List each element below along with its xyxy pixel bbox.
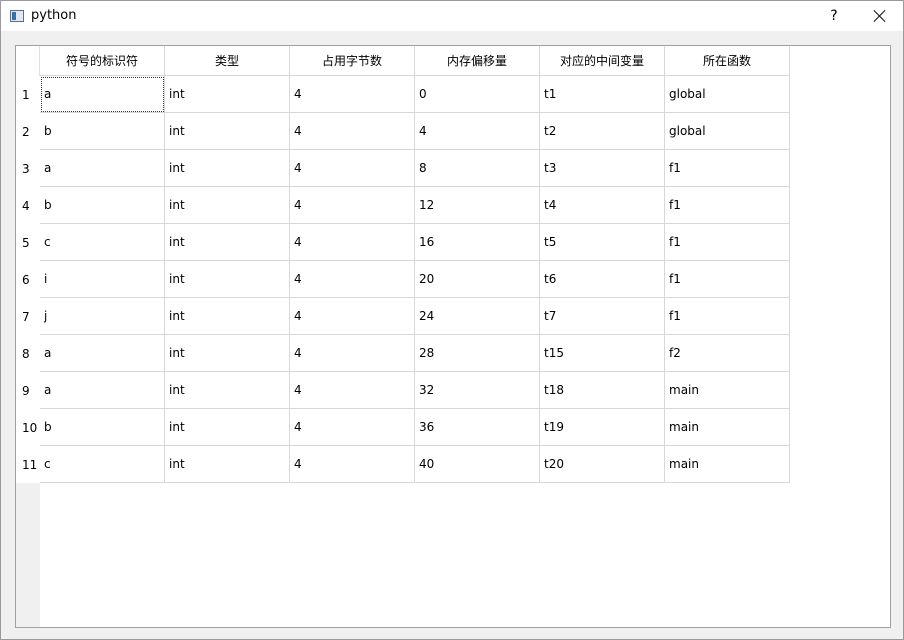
column-header-function[interactable]: 所在函数 — [665, 46, 790, 76]
table-cell-memory-offset[interactable]: 16 — [415, 224, 540, 261]
table-cell-memory-offset[interactable]: 12 — [415, 187, 540, 224]
table-cell-byte-size[interactable]: 4 — [290, 372, 415, 409]
table-cell-type[interactable]: int — [165, 113, 290, 150]
table-cell-memory-offset[interactable]: 40 — [415, 446, 540, 483]
column-header-identifier[interactable]: 符号的标识符 — [40, 46, 165, 76]
table-cell-byte-size[interactable]: 4 — [290, 76, 415, 113]
table-cell-type[interactable]: int — [165, 150, 290, 187]
close-icon — [874, 10, 886, 22]
table-cell-byte-size[interactable]: 4 — [290, 150, 415, 187]
app-window: python ? 符号的标识符 类型 占用字节数 内存偏移量 对应的中间变量 所在函数 1 a… — [0, 0, 904, 640]
table-cell-type[interactable]: int — [165, 261, 290, 298]
table-cell-temp-variable[interactable]: t15 — [540, 335, 665, 372]
table-cell-identifier[interactable]: a — [40, 372, 165, 409]
table-cell-function[interactable]: f1 — [665, 187, 790, 224]
table-cell-byte-size[interactable]: 4 — [290, 335, 415, 372]
table-cell-temp-variable[interactable]: t3 — [540, 150, 665, 187]
table-cell-identifier[interactable]: a — [40, 335, 165, 372]
table-cell-type[interactable]: int — [165, 298, 290, 335]
app-window-icon — [10, 10, 24, 22]
table-cell-temp-variable[interactable]: t5 — [540, 224, 665, 261]
table-cell-temp-variable[interactable]: t4 — [540, 187, 665, 224]
table-cell-function[interactable]: main — [665, 409, 790, 446]
table-cell-function[interactable]: main — [665, 372, 790, 409]
table-cell-type[interactable]: int — [165, 335, 290, 372]
table-cell-temp-variable[interactable]: t20 — [540, 446, 665, 483]
column-header-temp-variable[interactable]: 对应的中间变量 — [540, 46, 665, 76]
table-cell-function[interactable]: main — [665, 446, 790, 483]
table-cell-memory-offset[interactable]: 24 — [415, 298, 540, 335]
table-cell-temp-variable[interactable]: t2 — [540, 113, 665, 150]
table-cell-type[interactable]: int — [165, 372, 290, 409]
table-cell-temp-variable[interactable]: t7 — [540, 298, 665, 335]
table-cell-memory-offset[interactable]: 4 — [415, 113, 540, 150]
table-cell-type[interactable]: int — [165, 76, 290, 113]
row-header[interactable]: 9 — [16, 372, 40, 409]
table-cell-identifier[interactable]: a — [40, 76, 165, 113]
row-header[interactable]: 2 — [16, 113, 40, 150]
row-header[interactable]: 11 — [16, 446, 40, 483]
title-bar[interactable]: python ? — [1, 1, 903, 31]
table-cell-byte-size[interactable]: 4 — [290, 409, 415, 446]
table-cell-type[interactable]: int — [165, 224, 290, 261]
table-cell-byte-size[interactable]: 4 — [290, 298, 415, 335]
row-header[interactable]: 4 — [16, 187, 40, 224]
table-cell-byte-size[interactable]: 4 — [290, 187, 415, 224]
table-cell-identifier[interactable]: c — [40, 224, 165, 261]
table-cell-memory-offset[interactable]: 0 — [415, 76, 540, 113]
table-cell-memory-offset[interactable]: 8 — [415, 150, 540, 187]
close-button[interactable] — [857, 1, 903, 31]
table-cell-function[interactable]: f2 — [665, 335, 790, 372]
table-cell-function[interactable]: f1 — [665, 224, 790, 261]
table-cell-function[interactable]: global — [665, 76, 790, 113]
table-cell-type[interactable]: int — [165, 409, 290, 446]
table-cell-identifier[interactable]: a — [40, 150, 165, 187]
table-cell-temp-variable[interactable]: t19 — [540, 409, 665, 446]
table-cell-memory-offset[interactable]: 28 — [415, 335, 540, 372]
table-cell-memory-offset[interactable]: 20 — [415, 261, 540, 298]
row-header[interactable]: 7 — [16, 298, 40, 335]
row-header[interactable]: 1 — [16, 76, 40, 113]
column-header-memory-offset[interactable]: 内存偏移量 — [415, 46, 540, 76]
column-header-type[interactable]: 类型 — [165, 46, 290, 76]
table-cell-temp-variable[interactable]: t1 — [540, 76, 665, 113]
table-cell-byte-size[interactable]: 4 — [290, 446, 415, 483]
table-cell-identifier[interactable]: c — [40, 446, 165, 483]
row-header[interactable]: 5 — [16, 224, 40, 261]
help-icon: ? — [830, 8, 838, 24]
table-cell-byte-size[interactable]: 4 — [290, 224, 415, 261]
table-cell-memory-offset[interactable]: 32 — [415, 372, 540, 409]
column-header-byte-size[interactable]: 占用字节数 — [290, 46, 415, 76]
table-cell-type[interactable]: int — [165, 187, 290, 224]
row-header[interactable]: 6 — [16, 261, 40, 298]
table-cell-function[interactable]: f1 — [665, 298, 790, 335]
help-button[interactable]: ? — [811, 1, 857, 31]
row-header[interactable]: 3 — [16, 150, 40, 187]
table-cell-identifier[interactable]: b — [40, 187, 165, 224]
table-cell-identifier[interactable]: b — [40, 409, 165, 446]
table-cell-memory-offset[interactable]: 36 — [415, 409, 540, 446]
table-cell-temp-variable[interactable]: t6 — [540, 261, 665, 298]
table-cell-byte-size[interactable]: 4 — [290, 261, 415, 298]
symbol-table[interactable]: 符号的标识符 类型 占用字节数 内存偏移量 对应的中间变量 所在函数 1 a int 4 0 t1 gl… — [15, 45, 891, 628]
row-header[interactable]: 8 — [16, 335, 40, 372]
table-cell-function[interactable]: f1 — [665, 261, 790, 298]
table-corner-button[interactable] — [16, 46, 40, 76]
table-cell-temp-variable[interactable]: t18 — [540, 372, 665, 409]
table-cell-identifier[interactable]: b — [40, 113, 165, 150]
table-cell-function[interactable]: f1 — [665, 150, 790, 187]
table-cell-identifier[interactable]: j — [40, 298, 165, 335]
table-cell-identifier[interactable]: i — [40, 261, 165, 298]
row-header[interactable]: 10 — [16, 409, 40, 446]
table-cell-function[interactable]: global — [665, 113, 790, 150]
table-cell-type[interactable]: int — [165, 446, 290, 483]
table-cell-byte-size[interactable]: 4 — [290, 113, 415, 150]
window-title: python — [31, 8, 77, 23]
